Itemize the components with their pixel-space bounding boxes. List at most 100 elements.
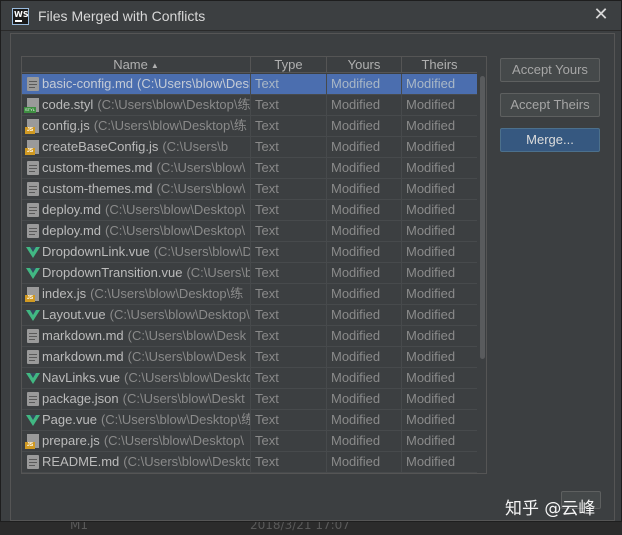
theirs-cell: Modified — [406, 370, 456, 385]
accept-theirs-button[interactable]: Accept Theirs — [500, 93, 600, 117]
name-cell: deploy.md (C:\Users\blow\Desktop\ — [22, 200, 251, 220]
vertical-scrollbar[interactable] — [478, 74, 486, 473]
webstorm-app-icon: WS — [12, 8, 29, 25]
file-name: README.md — [42, 454, 120, 469]
file-path: (C:\Users\blow\Deskt — [122, 391, 245, 406]
column-header-name[interactable]: Name ▲ — [22, 57, 251, 73]
name-cell: markdown.md (C:\Users\blow\Desk — [22, 326, 251, 346]
type-cell: Text — [251, 305, 327, 325]
name-cell: basic-config.md (C:\Users\blow\Desk — [22, 74, 251, 94]
name-cell: markdown.md (C:\Users\blow\Desk — [22, 347, 251, 367]
accept-yours-button[interactable]: Accept Yours — [500, 58, 600, 82]
table-row[interactable]: NavLinks.vue (C:\Users\blow\Deskto Text Mod… — [22, 368, 477, 389]
type-cell: Text — [251, 200, 327, 220]
name-cell: custom-themes.md (C:\Users\blow\ — [22, 158, 251, 178]
table-row[interactable]: deploy.md (C:\Users\blow\Desktop\ Text Modi… — [22, 221, 477, 242]
table-row[interactable]: config.js(C:\Users\blow\Desktop\练Text Mod… — [22, 116, 477, 137]
type-cell: Text — [251, 347, 327, 367]
theirs-cell: Modified — [406, 97, 456, 112]
vue-file-icon — [26, 310, 40, 321]
table-row[interactable]: index.js(C:\Users\blow\Desktop\练TextModi… — [22, 284, 477, 305]
table-row[interactable]: DropdownTransition.vue (C:\Users\b Text Mod… — [22, 263, 477, 284]
type-cell: Text — [251, 116, 327, 136]
file-path: (C:\Users\blow\Desk — [127, 328, 247, 343]
table-row[interactable]: basic-config.md (C:\Users\blow\Desk Text Mo… — [22, 74, 477, 95]
yours-cell: Modified — [327, 347, 402, 367]
yours-cell: Modified — [327, 200, 402, 220]
type-cell: Text — [251, 179, 327, 199]
table-row[interactable]: package.json (C:\Users\blow\Deskt Text Modi… — [22, 389, 477, 410]
table-row[interactable]: createBaseConfig.js(C:\Users\bTextModifi… — [22, 137, 477, 158]
theirs-cell: Modified — [406, 118, 456, 133]
styl-file-icon — [24, 98, 39, 113]
yours-cell: Modified — [327, 95, 402, 115]
name-cell: package.json (C:\Users\blow\Deskt — [22, 389, 251, 409]
file-name: package.json — [42, 391, 119, 406]
vue-file-icon — [26, 268, 40, 279]
file-name: code.styl — [42, 97, 94, 112]
table-row[interactable]: Page.vue (C:\Users\blow\Desktop\练 Text Modi… — [22, 410, 477, 431]
column-header-type[interactable]: Type — [251, 57, 327, 73]
column-header-theirs[interactable]: Theirs — [402, 57, 477, 73]
file-name: DropdownLink.vue — [42, 244, 150, 259]
file-name: index.js — [42, 286, 87, 301]
table-row[interactable]: deploy.md (C:\Users\blow\Desktop\ Text Modi… — [22, 200, 477, 221]
table-body: basic-config.md (C:\Users\blow\Desk Text Mo… — [22, 74, 477, 473]
watermark: 知乎 @云峰 — [505, 499, 596, 519]
file-path: (C:\Users\blow\Desktop\ — [103, 433, 244, 448]
file-name: markdown.md — [42, 349, 124, 364]
merge-button[interactable]: Merge... — [500, 128, 600, 152]
type-cell: Text — [251, 221, 327, 241]
table-row[interactable]: DropdownLink.vue (C:\Users\blow\D Text Modi… — [22, 242, 477, 263]
yours-cell: Modified — [327, 389, 402, 409]
type-cell: Text — [251, 263, 327, 283]
file-path: (C:\Users\blow\Desktop\练 — [100, 412, 251, 427]
close-button[interactable]: ✕ — [591, 5, 611, 25]
table-row[interactable]: Layout.vue (C:\Users\blow\Desktop\ Text Mod… — [22, 305, 477, 326]
type-cell: Text — [251, 137, 327, 157]
type-cell: Text — [251, 74, 327, 94]
yours-cell: Modified — [327, 326, 402, 346]
theirs-cell: Modified — [406, 223, 456, 238]
yours-cell: Modified — [327, 158, 402, 178]
yours-cell: Modified — [327, 221, 402, 241]
conflicts-table[interactable]: Name ▲ Type Yours Theirs basic-config.md(… — [21, 56, 487, 474]
file-path: (C:\Users\b — [162, 139, 229, 154]
table-row[interactable]: code.styl(C:\Users\blow\Desktop\练TextMod… — [22, 95, 477, 116]
text-file-icon — [27, 350, 39, 364]
theirs-cell: Modified — [406, 286, 456, 301]
name-cell: config.js(C:\Users\blow\Desktop\练 — [22, 116, 251, 136]
file-name: createBaseConfig.js — [42, 139, 159, 154]
table-row[interactable]: prepare.js(C:\Users\blow\Desktop\TextMod… — [22, 431, 477, 452]
column-header-yours[interactable]: Yours — [327, 57, 402, 73]
name-cell: createBaseConfig.js(C:\Users\b — [22, 137, 251, 157]
theirs-cell: Modified — [406, 349, 456, 364]
file-name: Layout.vue — [42, 307, 106, 322]
text-file-icon — [27, 224, 39, 238]
table-row[interactable]: custom-themes.md (C:\Users\blow\ Text Modif… — [22, 179, 477, 200]
dialog-titlebar: WS Files Merged with Conflicts ✕ — [1, 1, 621, 31]
type-cell: Text — [251, 95, 327, 115]
table-row[interactable]: README.md (C:\Users\blow\Deskto Text Modifi… — [22, 452, 477, 473]
table-row[interactable]: custom-themes.md (C:\Users\blow\ Text Modif… — [22, 158, 477, 179]
file-path: (C:\Users\blow\Desktop\练 — [90, 286, 244, 301]
theirs-cell: Modified — [406, 76, 456, 91]
theirs-cell: Modified — [406, 160, 456, 175]
files-merged-dialog: WS Files Merged with Conflicts ✕ Name ▲ T… — [0, 0, 622, 522]
theirs-cell: Modified — [406, 139, 456, 154]
name-cell: prepare.js(C:\Users\blow\Desktop\ — [22, 431, 251, 451]
type-cell: Text — [251, 368, 327, 388]
file-path: (C:\Users\blow\Desktop\ — [109, 307, 250, 322]
scrollbar-thumb[interactable] — [480, 76, 485, 359]
file-path: (C:\Users\blow\Deskto — [123, 454, 251, 469]
file-name: prepare.js — [42, 433, 100, 448]
file-path: (C:\Users\blow\Desktop\ — [105, 202, 246, 217]
file-name: deploy.md — [42, 223, 102, 238]
table-row[interactable]: markdown.md (C:\Users\blow\Desk Text Modifi… — [22, 347, 477, 368]
theirs-cell: Modified — [406, 265, 456, 280]
text-file-icon — [27, 203, 39, 217]
theirs-cell: Modified — [406, 412, 456, 427]
table-row[interactable]: markdown.md (C:\Users\blow\Desk Text Modifi… — [22, 326, 477, 347]
text-file-icon — [27, 392, 39, 406]
dialog-title: Files Merged with Conflicts — [38, 8, 206, 24]
